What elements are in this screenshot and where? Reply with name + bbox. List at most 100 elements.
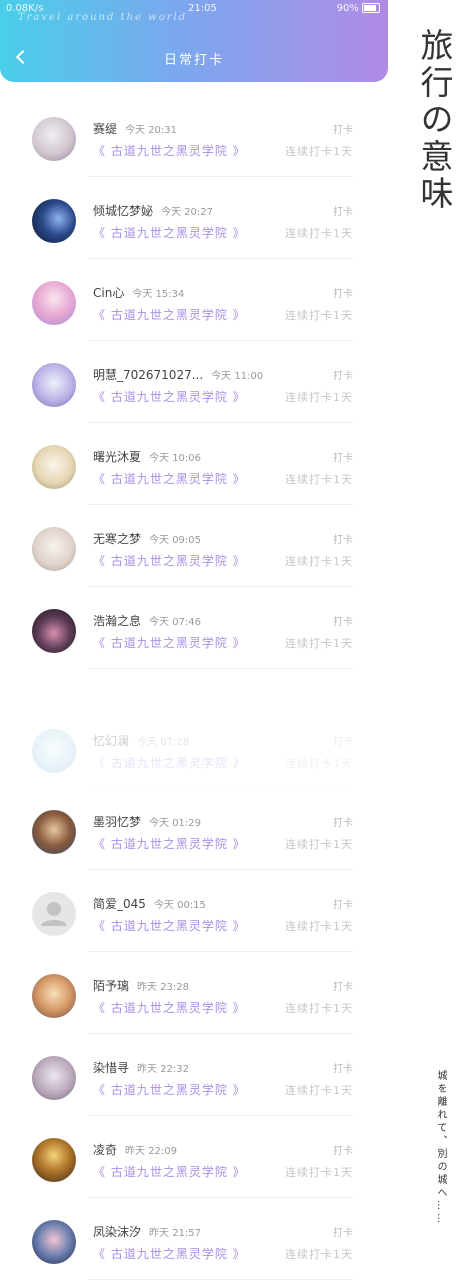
checkin-button[interactable]: 打卡 [333,613,353,628]
group-link[interactable]: 《 古道九世之黑灵学院 》 [93,1245,246,1262]
streak-text: 连续打卡1天 [285,391,353,404]
streak-text: 连续打卡1天 [285,838,353,851]
streak-text: 连续打卡1天 [285,1166,353,1179]
user-name[interactable]: 染惜寻 [93,1061,129,1075]
checkin-button[interactable]: 打卡 [333,367,353,382]
streak-text: 连续打卡1天 [285,1002,353,1015]
streak-text: 连续打卡1天 [285,473,353,486]
group-link[interactable]: 《 古道九世之黑灵学院 》 [93,142,246,159]
checkin-time: 昨天 22:32 [137,1064,190,1075]
row-divider [88,668,353,669]
checkin-time: 今天 10:06 [149,453,202,464]
avatar[interactable] [32,810,76,854]
group-link[interactable]: 《 古道九世之黑灵学院 》 [93,470,246,487]
checkin-button[interactable]: 打卡 [333,978,353,993]
list-item: 无寒之梦 今天 09:05 打卡 《 古道九世之黑灵学院 》 连续打卡1天 [0,505,388,587]
checkin-time: 今天 15:34 [132,289,185,300]
avatar[interactable] [32,892,76,936]
user-name[interactable]: 凌奇 [93,1143,117,1157]
group-link[interactable]: 《 古道九世之黑灵学院 》 [93,917,246,934]
checkin-button[interactable]: 打卡 [333,449,353,464]
streak-text: 连续打卡1天 [285,145,353,158]
side-caption: 城を離れて、別の城へ…… [435,1070,446,1226]
list-item: 染惜寻 昨天 22:32 打卡 《 古道九世之黑灵学院 》 连续打卡1天 [0,1034,388,1116]
streak-text: 连续打卡1天 [285,1084,353,1097]
list-item: 陌予璃 昨天 23:28 打卡 《 古道九世之黑灵学院 》 连续打卡1天 [0,952,388,1034]
checkin-button[interactable]: 打卡 [333,531,353,546]
checkin-button[interactable]: 打卡 [333,285,353,300]
user-name[interactable]: 曙光沐夏 [93,450,141,464]
group-link[interactable]: 《 古道九世之黑灵学院 》 [93,999,246,1016]
avatar[interactable] [32,1056,76,1100]
avatar[interactable] [32,609,76,653]
user-name[interactable]: Cin心 [93,286,124,300]
user-name[interactable]: 明慧_702671027... [93,368,203,382]
list-item: 倾城忆梦妼 今天 20:27 打卡 《 古道九世之黑灵学院 》 连续打卡1天 [0,177,388,259]
list-item: Cin心 今天 15:34 打卡 《 古道九世之黑灵学院 》 连续打卡1天 [0,259,388,341]
list-item: 忆幻澜 今天 07:28 打卡 《 古道九世之黑灵学院 》 连续打卡1天 [0,707,388,789]
list-item: 曙光沐夏 今天 10:06 打卡 《 古道九世之黑灵学院 》 连续打卡1天 [0,423,388,505]
streak-text: 连续打卡1天 [285,309,353,322]
checkin-button[interactable]: 打卡 [333,121,353,136]
battery-percent: 90% [336,3,359,14]
list-item: 墨羽忆梦 今天 01:29 打卡 《 古道九世之黑灵学院 》 连续打卡1天 [0,788,388,870]
group-link[interactable]: 《 古道九世之黑灵学院 》 [93,1081,246,1098]
streak-text: 连续打卡1天 [285,555,353,568]
group-link[interactable]: 《 古道九世之黑灵学院 》 [93,1163,246,1180]
checkin-time: 昨天 21:57 [149,1228,202,1239]
group-link[interactable]: 《 古道九世之黑灵学院 》 [93,388,246,405]
avatar[interactable] [32,117,76,161]
user-name[interactable]: 无寒之梦 [93,532,141,546]
avatar[interactable] [32,729,76,773]
avatar[interactable] [32,199,76,243]
group-link[interactable]: 《 古道九世之黑灵学院 》 [93,634,246,651]
user-name[interactable]: 简爱_045 [93,897,146,911]
avatar[interactable] [32,974,76,1018]
checkin-time: 今天 20:31 [125,125,178,136]
page-title: 日常打卡 [163,53,224,68]
avatar[interactable] [32,281,76,325]
user-name[interactable]: 忆幻澜 [93,734,129,748]
streak-text: 连续打卡1天 [285,920,353,933]
checkin-button[interactable]: 打卡 [333,203,353,218]
group-link[interactable]: 《 古道九世之黑灵学院 》 [93,224,246,241]
checkin-button[interactable]: 打卡 [333,814,353,829]
avatar[interactable] [32,1138,76,1182]
header-bar: 0.08K/s 21:05 90% Travel around the worl… [0,0,388,82]
avatar[interactable] [32,445,76,489]
checkin-time: 昨天 22:09 [125,1146,178,1157]
avatar[interactable] [32,527,76,571]
checkin-time: 今天 07:46 [149,617,202,628]
checkin-button[interactable]: 打卡 [333,1142,353,1157]
user-name[interactable]: 陌予璃 [93,979,129,993]
checkin-time: 今天 07:28 [137,737,190,748]
side-calligraphy-title: 旅行の意味 [415,28,454,213]
group-link[interactable]: 《 古道九世之黑灵学院 》 [93,552,246,569]
streak-text: 连续打卡1天 [285,227,353,240]
checkin-button[interactable]: 打卡 [333,1224,353,1239]
checkin-time: 今天 01:29 [149,818,202,829]
list-item: 明慧_702671027... 今天 11:00 打卡 《 古道九世之黑灵学院 》… [0,341,388,423]
avatar[interactable] [32,1220,76,1264]
checkin-button[interactable]: 打卡 [333,896,353,911]
group-link[interactable]: 《 古道九世之黑灵学院 》 [93,835,246,852]
checkin-button[interactable]: 打卡 [333,733,353,748]
watermark-text: Travel around the world [18,12,188,23]
user-name[interactable]: 浩瀚之息 [93,614,141,628]
user-name[interactable]: 凤染沫汐 [93,1225,141,1239]
streak-text: 连续打卡1天 [285,637,353,650]
group-link[interactable]: 《 古道九世之黑灵学院 》 [93,754,246,771]
avatar[interactable] [32,363,76,407]
checkin-time: 今天 11:00 [211,371,264,382]
clock: 21:05 [188,3,217,14]
user-name[interactable]: 墨羽忆梦 [93,815,141,829]
list-item: 凌奇 昨天 22:09 打卡 《 古道九世之黑灵学院 》 连续打卡1天 [0,1116,388,1198]
battery-icon [362,3,380,13]
checkin-button[interactable]: 打卡 [333,1060,353,1075]
group-link[interactable]: 《 古道九世之黑灵学院 》 [93,306,246,323]
list-item: 凤染沫汐 昨天 21:57 打卡 《 古道九世之黑灵学院 》 连续打卡1天 [0,1198,388,1280]
user-name[interactable]: 倾城忆梦妼 [93,204,153,218]
user-name[interactable]: 赛缇 [93,122,117,136]
checkin-time: 今天 20:27 [161,207,214,218]
streak-text: 连续打卡1天 [285,1248,353,1261]
